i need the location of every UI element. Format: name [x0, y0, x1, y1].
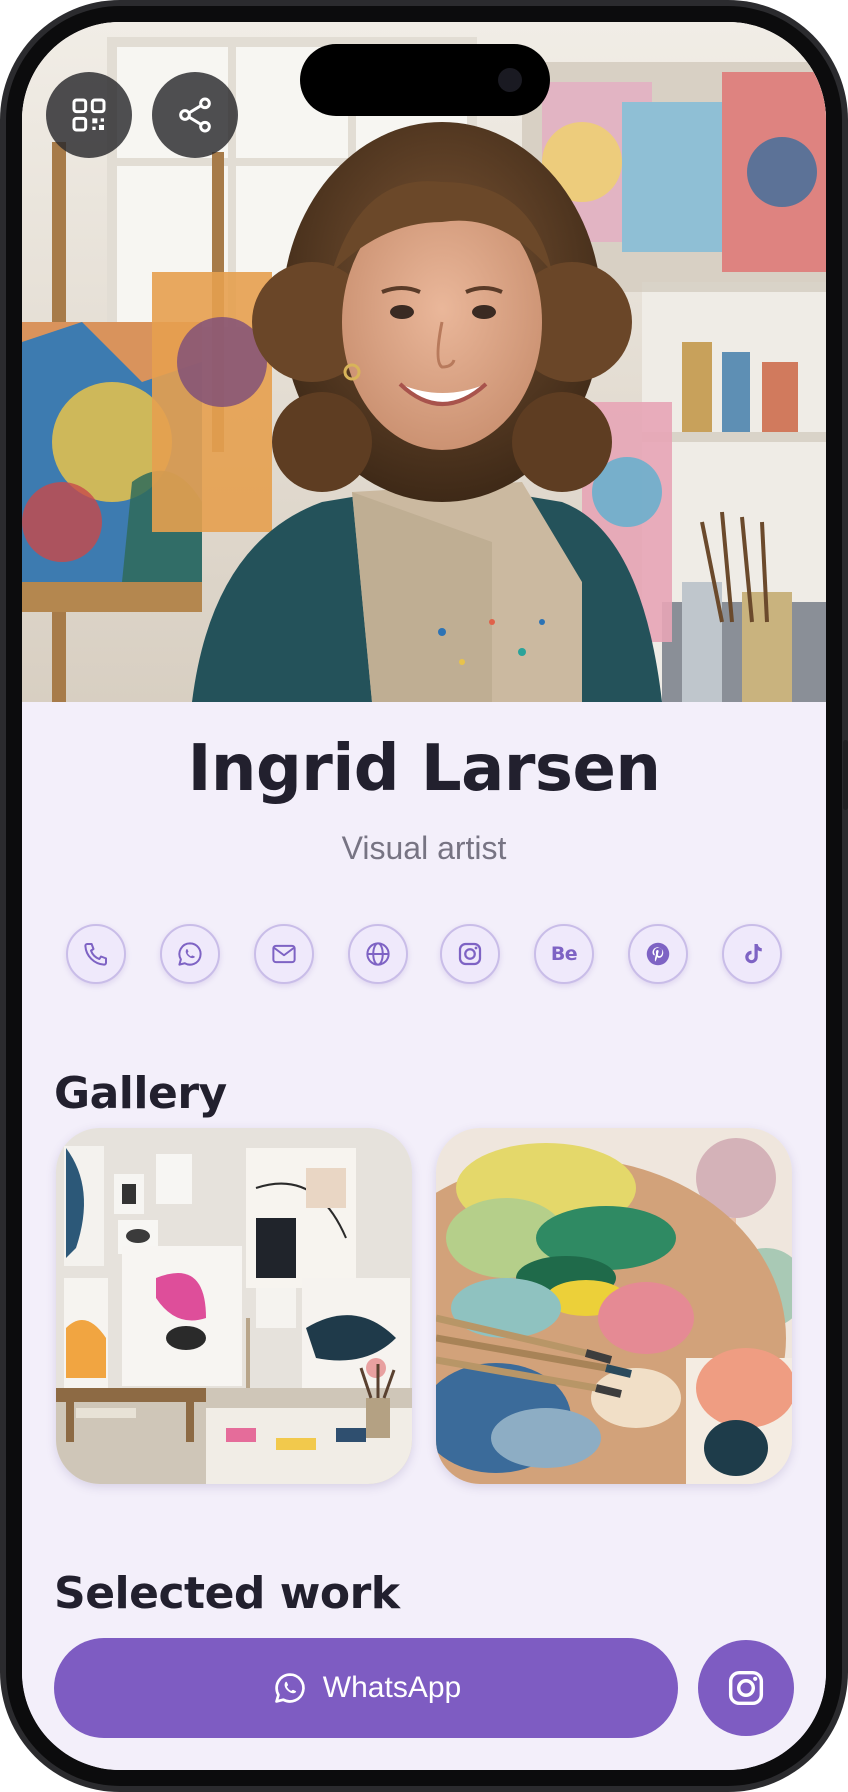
email-button[interactable] [254, 924, 314, 984]
whatsapp-icon [178, 942, 202, 966]
gallery-heading: Gallery [54, 1068, 227, 1119]
pinterest-icon [646, 942, 670, 966]
pinterest-button[interactable] [628, 924, 688, 984]
scrollbar-thumb[interactable] [843, 740, 848, 810]
whatsapp-button[interactable] [160, 924, 220, 984]
tiktok-icon [745, 944, 762, 964]
qr-code-button[interactable] [46, 72, 132, 158]
whatsapp-cta-label: WhatsApp [322, 1671, 462, 1704]
mail-icon [272, 944, 296, 964]
profile-title: Visual artist [341, 830, 507, 866]
contact-icons-row: Be [22, 924, 826, 1004]
instagram-icon [728, 1670, 764, 1706]
website-button[interactable] [348, 924, 408, 984]
selected-work-heading: Selected work [54, 1568, 400, 1619]
instagram-cta-button[interactable] [698, 1640, 794, 1736]
profile-name: Ingrid Larsen [187, 732, 661, 806]
dynamic-island [300, 44, 550, 116]
profile-photo [22, 22, 826, 702]
phone-icon [84, 942, 108, 966]
studio-wall-image [56, 1128, 412, 1484]
qr-code-icon [72, 98, 106, 132]
behance-button[interactable]: Be [534, 924, 594, 984]
phone-button[interactable] [66, 924, 126, 984]
paint-palette-image [436, 1128, 792, 1484]
tiktok-button[interactable] [722, 924, 782, 984]
front-camera [498, 68, 522, 92]
whatsapp-icon [274, 1673, 305, 1703]
share-icon [179, 97, 211, 133]
whatsapp-cta-button[interactable]: WhatsApp [54, 1638, 678, 1738]
gallery-image[interactable] [56, 1128, 412, 1484]
screen: Ingrid Larsen Visual artist Be Gallery S… [22, 22, 826, 1770]
phone-frame: Ingrid Larsen Visual artist Be Gallery S… [0, 0, 848, 1792]
share-button[interactable] [152, 72, 238, 158]
instagram-button[interactable] [440, 924, 500, 984]
gallery-image[interactable] [436, 1128, 792, 1484]
behance-icon: Be [550, 943, 578, 965]
instagram-icon [458, 942, 482, 966]
globe-icon [366, 942, 390, 966]
